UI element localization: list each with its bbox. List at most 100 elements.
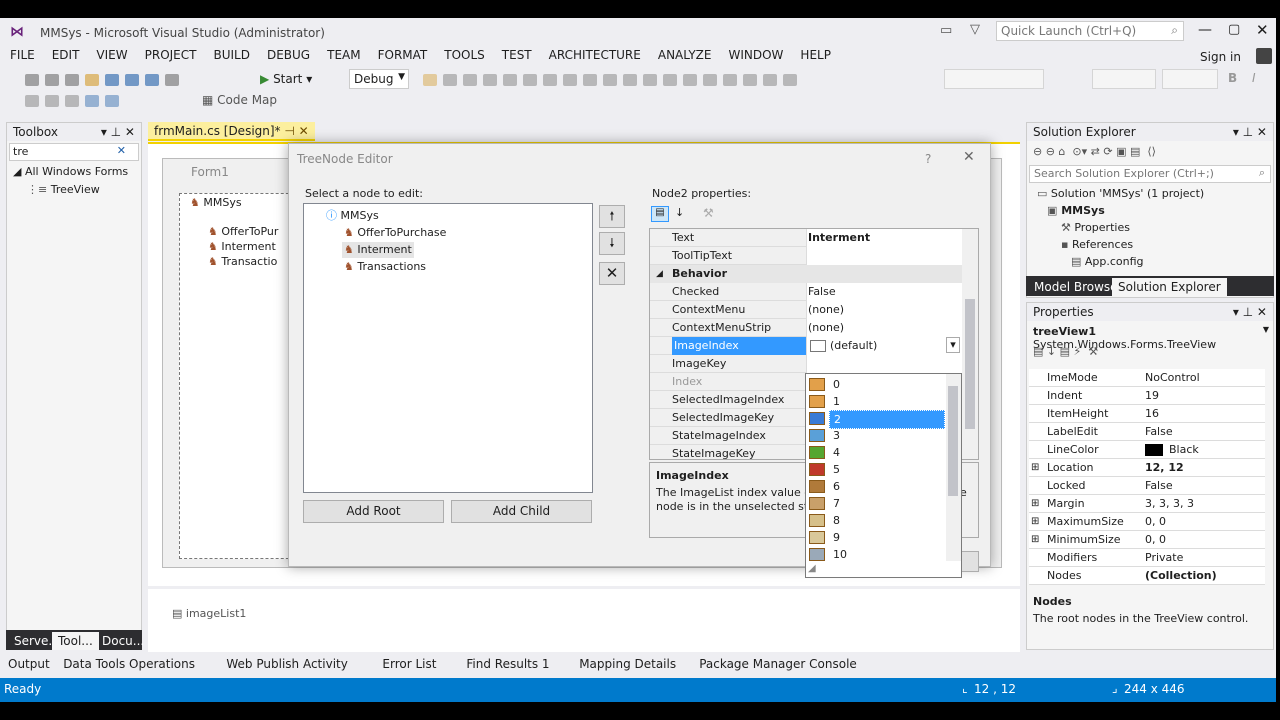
solution-item[interactable]: ▣ MMSys	[1047, 204, 1105, 217]
treeview-control[interactable]: ♞ MMSys ♞ OfferToPur ♞ Interment ♞ Transact…	[179, 193, 299, 559]
restart-icon[interactable]	[65, 94, 79, 107]
designer-node[interactable]: ♞ OfferToPur	[208, 225, 278, 238]
menu-window[interactable]: WINDOW	[728, 48, 783, 62]
menu-help[interactable]: HELP	[800, 48, 831, 62]
prop-row-labeledit[interactable]: LabelEdit False	[1029, 423, 1265, 441]
dropdown-arrow-icon[interactable]: ▾	[946, 337, 960, 353]
find-icon[interactable]	[423, 73, 437, 86]
toolbox-tab-2[interactable]: Docu...	[96, 632, 150, 650]
align-tops-icon[interactable]	[503, 73, 517, 86]
center-horizontally-icon[interactable]	[683, 73, 697, 86]
bottom-tab-3[interactable]: Error List	[376, 655, 442, 673]
pause-icon[interactable]	[25, 94, 39, 107]
new-project-icon[interactable]	[65, 73, 79, 86]
expand-icon[interactable]: ⊞	[1031, 459, 1039, 477]
bottom-tab-6[interactable]: Package Manager Console	[693, 655, 863, 673]
dropdown-scrollbar[interactable]	[946, 374, 961, 561]
open-icon[interactable]	[85, 73, 99, 86]
menu-team[interactable]: TEAM	[327, 48, 360, 62]
save-icon[interactable]	[105, 73, 119, 86]
property-row-contextmenu[interactable]: ContextMenu (none)	[650, 301, 962, 319]
account-icon[interactable]	[1256, 48, 1272, 64]
property-row-checked[interactable]: Checked False	[650, 283, 962, 301]
designer-node[interactable]: ♞ Transactio	[208, 255, 277, 268]
alphabetical-icon[interactable]: ↓	[675, 206, 684, 219]
step-over-icon[interactable]	[105, 94, 119, 107]
tab-order-icon[interactable]	[763, 73, 777, 86]
properties-grid[interactable]: ImeMode NoControl Indent 19 ItemHeight 16 Labe…	[1029, 369, 1265, 585]
node-item[interactable]: ♞ Transactions	[342, 259, 428, 275]
collapse-icon[interactable]: ◢	[656, 265, 663, 283]
bring-to-front-icon[interactable]	[723, 73, 737, 86]
dropdown-item[interactable]: 1	[807, 393, 947, 410]
add-root-button[interactable]: Add Root	[303, 500, 444, 523]
feedback-icon[interactable]: ▽	[970, 22, 980, 37]
designer-node[interactable]: ♞ MMSys	[190, 196, 242, 209]
grid-scrollbar[interactable]	[962, 229, 978, 459]
properties-header-buttons[interactable]: ▾ ⊥ ✕	[1233, 305, 1267, 319]
dropdown-item[interactable]: 4	[807, 444, 947, 461]
dropdown-item[interactable]: 9	[807, 529, 947, 546]
prop-row-location[interactable]: ⊞ Location 12, 12	[1029, 459, 1265, 477]
solution-item[interactable]: ▭ Solution 'MMSys' (1 project)	[1037, 187, 1204, 200]
align-middles-icon[interactable]	[523, 73, 537, 86]
object-selector[interactable]: treeView1 System.Windows.Forms.TreeView ▼	[1029, 323, 1271, 351]
property-row-imageindex[interactable]: ImageIndex (default) ▾	[650, 337, 962, 355]
forward-icon[interactable]	[45, 73, 59, 86]
menu-architecture[interactable]: ARCHITECTURE	[549, 48, 641, 62]
move-down-button[interactable]: 🠗	[599, 232, 625, 255]
solution-item[interactable]: ▤ App.config	[1071, 255, 1144, 268]
dropdown-item[interactable]: 8	[807, 512, 947, 529]
bottom-tab-4[interactable]: Find Results 1	[460, 655, 555, 673]
prop-row-linecolor[interactable]: LineColor Black	[1029, 441, 1265, 459]
solution-item[interactable]: ▪ References	[1061, 238, 1133, 251]
dropdown-item[interactable]: 2	[807, 410, 947, 429]
menu-tools[interactable]: TOOLS	[444, 48, 485, 62]
menu-file[interactable]: FILE	[10, 48, 35, 62]
dropdown-item[interactable]: 3	[807, 427, 947, 444]
dropdown-item[interactable]: 5	[807, 461, 947, 478]
dropdown-item[interactable]: 10	[807, 546, 947, 563]
bottom-tab-0[interactable]: Output	[2, 655, 56, 673]
clear-search-icon[interactable]: ✕	[117, 144, 126, 157]
menu-project[interactable]: PROJECT	[145, 48, 197, 62]
align-rights-icon[interactable]	[483, 73, 497, 86]
property-row-text[interactable]: Text Interment	[650, 229, 962, 247]
dropdown-item[interactable]: 0	[807, 376, 947, 393]
align-centers-icon[interactable]	[463, 73, 477, 86]
back-icon[interactable]	[25, 73, 39, 86]
menu-test[interactable]: TEST	[502, 48, 532, 62]
property-row-imagekey[interactable]: ImageKey	[650, 355, 962, 373]
expand-icon[interactable]: ⊞	[1031, 513, 1039, 531]
size-to-grid-icon[interactable]	[623, 73, 637, 86]
node-item[interactable]: ♞ Interment	[342, 242, 414, 258]
toolbox-item-treeview[interactable]: ⋮≡ TreeView	[27, 183, 100, 196]
solution-search-input[interactable]: Search Solution Explorer (Ctrl+;) ⌕	[1029, 165, 1271, 183]
make-same-size-icon[interactable]	[603, 73, 617, 86]
menu-debug[interactable]: DEBUG	[267, 48, 310, 62]
imageindex-dropdown-list[interactable]: 0 1 2 3 4 5 6 7 8 9 10 ◢	[805, 373, 962, 578]
horizontal-spacing-icon[interactable]	[643, 73, 657, 86]
center-vertically-icon[interactable]	[703, 73, 717, 86]
bottom-tab-5[interactable]: Mapping Details	[573, 655, 682, 673]
prop-row-modifiers[interactable]: Modifiers Private	[1029, 549, 1265, 567]
make-same-height-icon[interactable]	[583, 73, 597, 86]
add-child-button[interactable]: Add Child	[451, 500, 592, 523]
dialog-close-button[interactable]: ✕	[963, 149, 975, 165]
node-root[interactable]: ⓘ MMSys	[324, 208, 381, 224]
property-row-tooltiptext[interactable]: ToolTipText	[650, 247, 962, 265]
bottom-tab-2[interactable]: Web Publish Activity	[220, 655, 353, 673]
vertical-spacing-icon[interactable]	[663, 73, 677, 86]
font-name-select[interactable]	[944, 69, 1044, 89]
node-tree[interactable]: ⓘ MMSys ♞ OfferToPurchase ♞ Interment ♞ Tra…	[303, 203, 593, 493]
close-tab-icon[interactable]: ✕	[299, 124, 309, 138]
make-same-width-icon[interactable]	[563, 73, 577, 86]
designer-node[interactable]: ♞ Interment	[208, 240, 276, 253]
prop-row-locked[interactable]: Locked False	[1029, 477, 1265, 495]
menu-view[interactable]: VIEW	[96, 48, 127, 62]
bold-icon[interactable]: B	[1228, 71, 1237, 85]
solution-tab-1[interactable]: Solution Explorer	[1112, 278, 1227, 296]
expand-icon[interactable]: ⊞	[1031, 495, 1039, 513]
categorized-icon[interactable]: ▤	[651, 206, 669, 222]
sign-in-link[interactable]: Sign in	[1200, 50, 1241, 64]
